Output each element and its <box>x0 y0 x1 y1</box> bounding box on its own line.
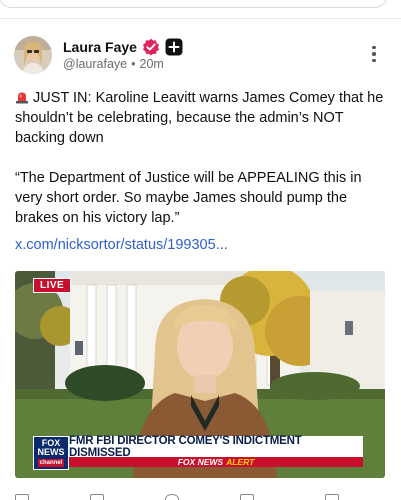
more-options-icon[interactable] <box>364 44 384 64</box>
logo-text-channel: channel <box>37 459 65 467</box>
feed-page: Laura Faye @laurafaye • 20m JUST IN: Kar… <box>0 0 401 500</box>
previous-post-card[interactable] <box>0 0 388 8</box>
alert-prefix: FOX NEWS <box>177 457 224 467</box>
live-badge: LIVE <box>33 278 72 293</box>
alert-word: ALERT <box>226 457 255 467</box>
meta-separator: • <box>131 57 136 71</box>
news-alert-bar: FOX NEWS ALERT <box>69 457 363 467</box>
news-lower-third: FOX NEWS channel FMR FBI DIRECTOR COMEY'… <box>33 435 363 470</box>
post-divider <box>0 18 401 19</box>
news-headline: FMR FBI DIRECTOR COMEY'S INDICTMENT DISM… <box>69 435 363 459</box>
author-name-row: Laura Faye <box>63 37 183 57</box>
post-text-line1: JUST IN: Karoline Leavitt warns James Co… <box>15 90 384 146</box>
post-time[interactable]: 20m <box>140 57 164 71</box>
author-handle[interactable]: @laurafaye <box>63 57 127 71</box>
logo-text-news: NEWS <box>37 447 65 457</box>
post-action-bar <box>15 494 385 500</box>
post-paragraph-1: JUST IN: Karoline Leavitt warns James Co… <box>15 88 390 148</box>
author-handle-row: @laurafaye • 20m <box>63 57 164 71</box>
share-icon[interactable] <box>325 494 339 500</box>
author-display-name[interactable]: Laura Faye <box>63 39 137 55</box>
bookmark-icon[interactable] <box>240 494 254 500</box>
avatar[interactable] <box>14 36 52 74</box>
verified-check-icon <box>142 38 160 56</box>
repost-icon[interactable] <box>90 494 104 500</box>
plus-icon <box>165 38 183 56</box>
rotating-light-icon <box>15 90 29 104</box>
post-quote: “The Department of Justice will be APPEA… <box>15 170 362 226</box>
post-link[interactable]: x.com/nicksortor/status/199305... <box>15 237 228 253</box>
post-body: JUST IN: Karoline Leavitt warns James Co… <box>15 88 390 228</box>
like-icon[interactable] <box>165 494 179 500</box>
post-media-image[interactable]: LIVE FOX NEWS channel FMR FBI DIRECTOR C… <box>15 271 385 478</box>
comment-icon[interactable] <box>15 494 29 500</box>
fox-news-logo: FOX NEWS channel <box>33 436 69 470</box>
